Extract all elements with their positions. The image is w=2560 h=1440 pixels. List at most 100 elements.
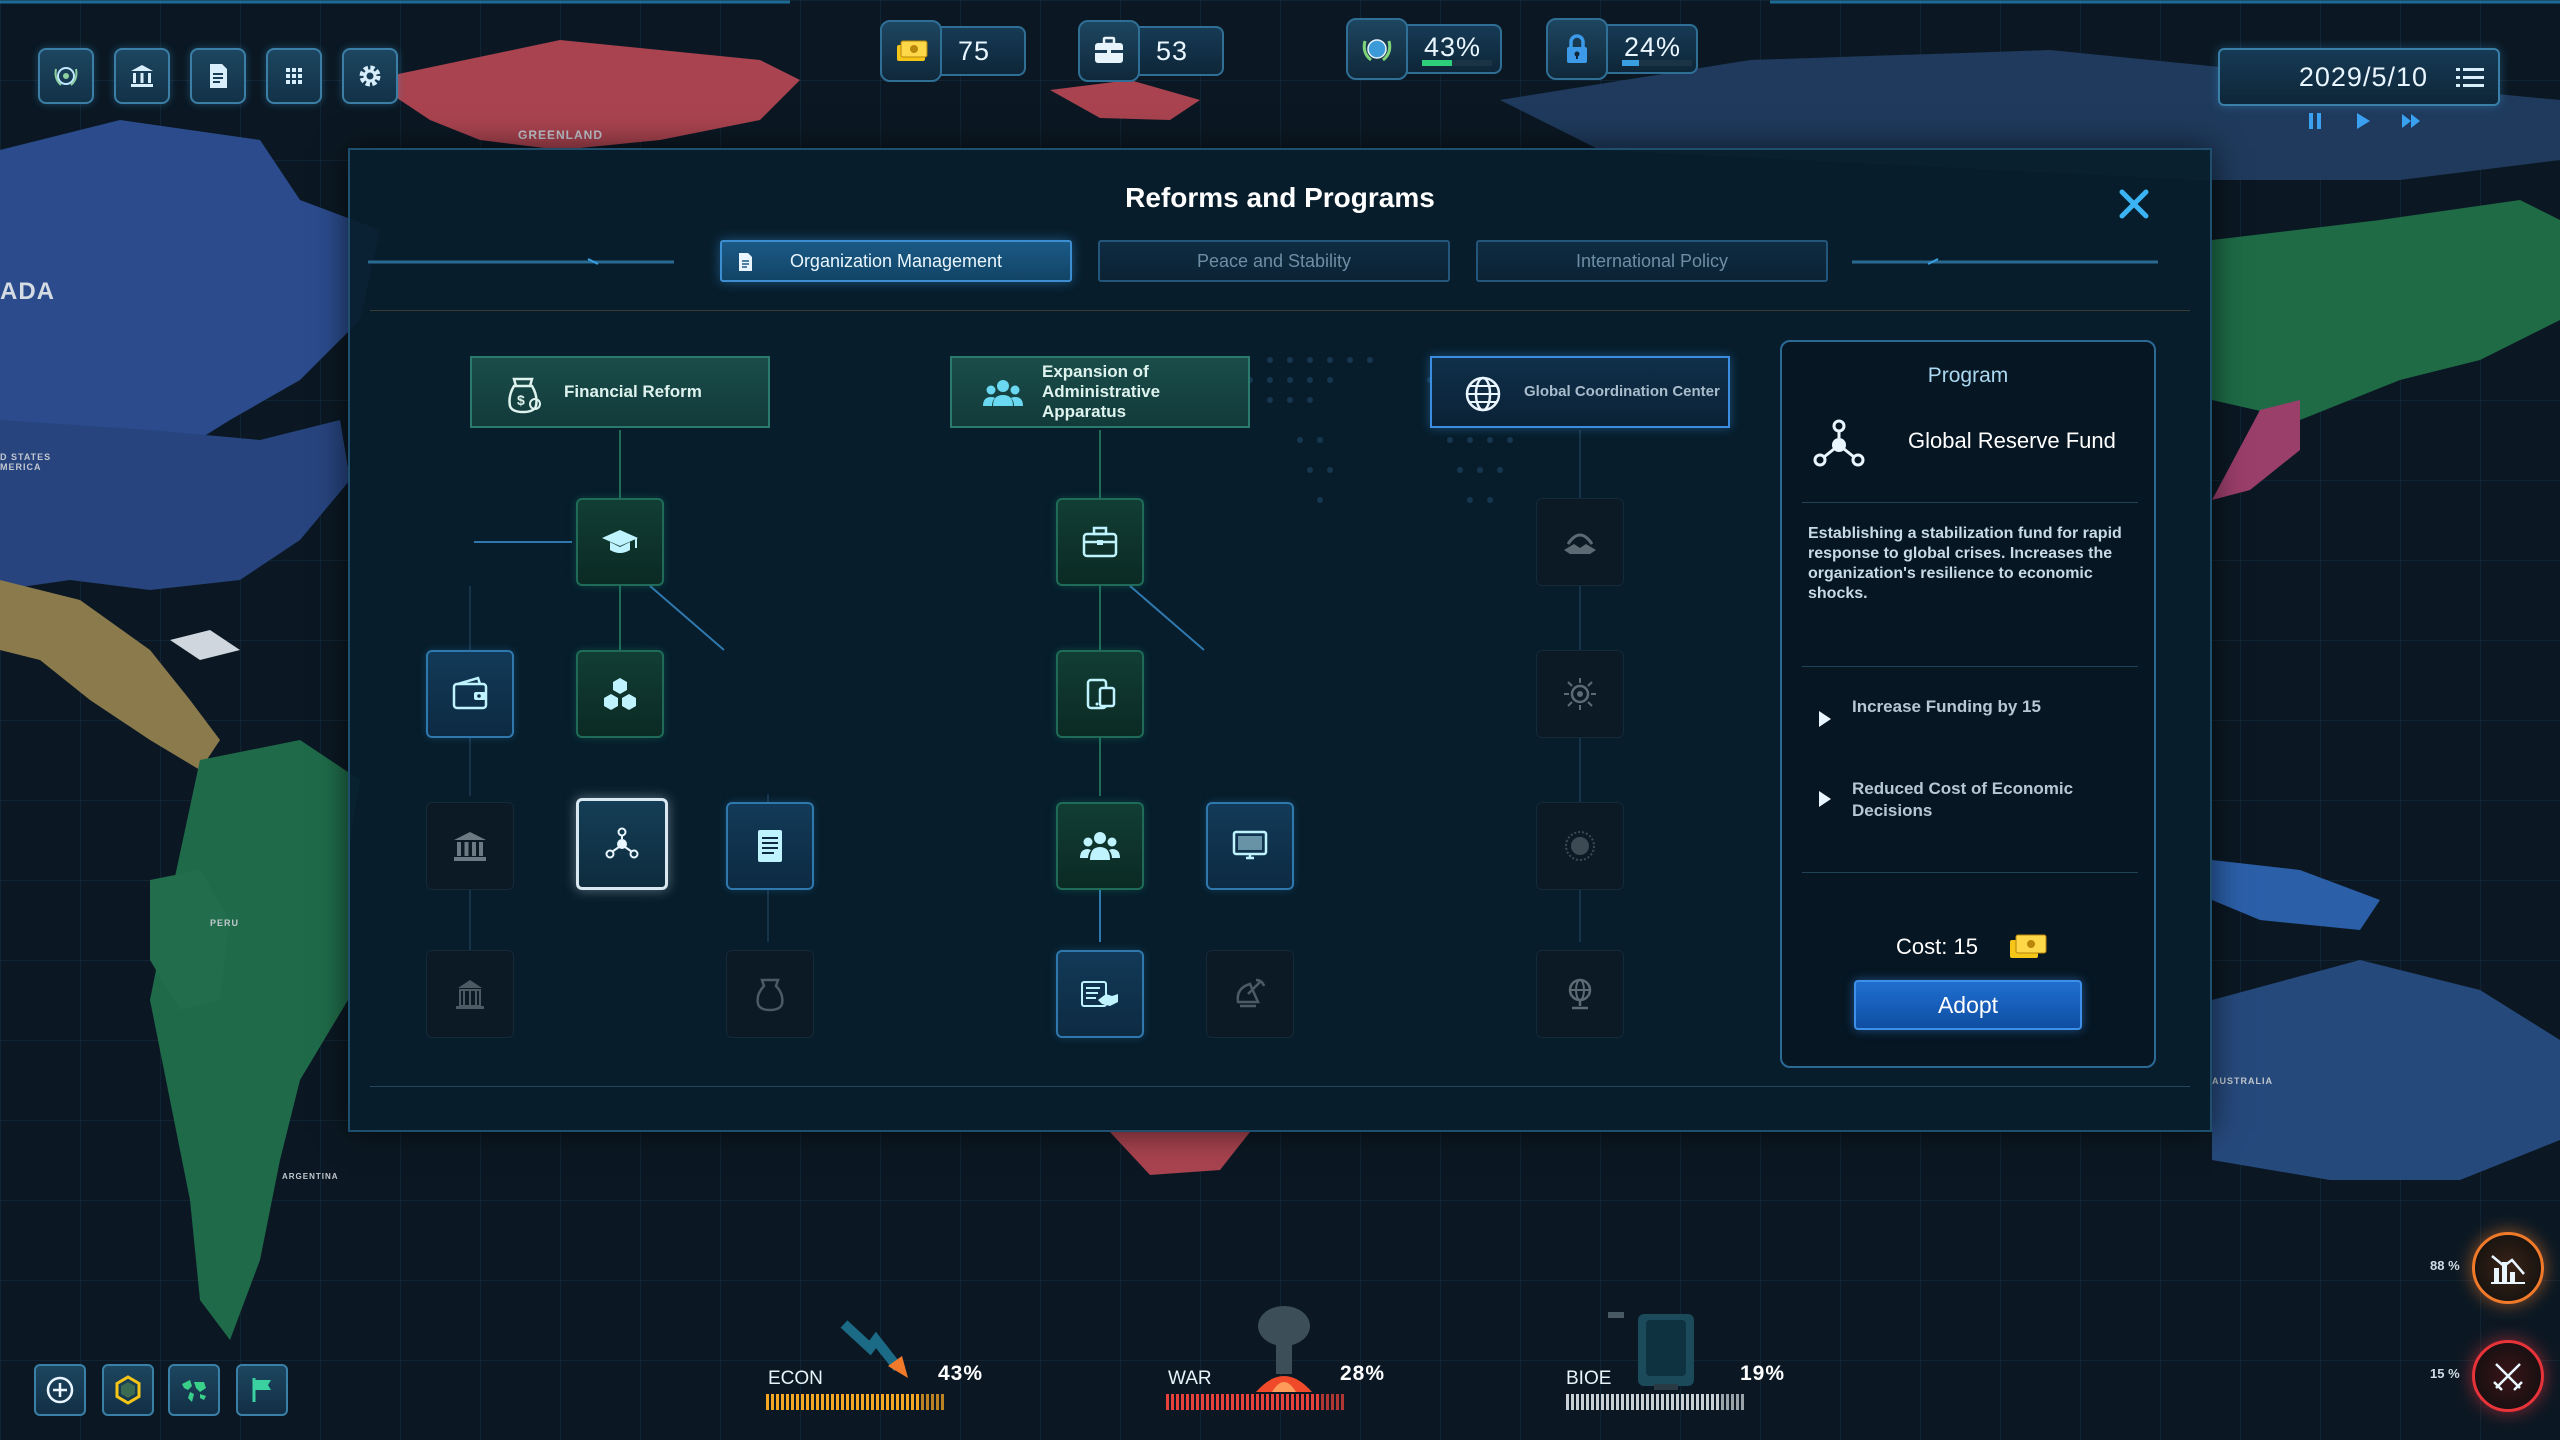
gauge-segment xyxy=(1216,1394,1219,1410)
education-cap-icon xyxy=(602,530,638,553)
play-button[interactable] xyxy=(2348,108,2378,134)
approval-resource[interactable]: 43% xyxy=(1346,18,1502,80)
node-radar[interactable] xyxy=(1536,650,1624,738)
node-team[interactable] xyxy=(1056,802,1144,890)
node-education[interactable] xyxy=(576,498,664,586)
gauge-segment xyxy=(1201,1394,1204,1410)
gauge-segment xyxy=(801,1394,804,1410)
plus-circle-icon xyxy=(46,1376,74,1404)
hexagon-button[interactable] xyxy=(102,1364,154,1416)
gauge-segment xyxy=(1251,1394,1254,1410)
grid-menu-button[interactable] xyxy=(266,48,322,104)
gauge-segment xyxy=(1321,1394,1324,1410)
gauge-segment xyxy=(1566,1394,1569,1410)
flag-button[interactable] xyxy=(236,1364,288,1416)
gauge-segment xyxy=(836,1394,839,1410)
mushroom-cloud-icon xyxy=(1256,1306,1312,1392)
lock-icon xyxy=(1546,18,1608,80)
gauge-segment xyxy=(831,1394,834,1410)
branch-administrative-apparatus[interactable]: Expansion of Administrative Apparatus xyxy=(950,356,1250,428)
security-value: 24% xyxy=(1624,32,1682,62)
date-display[interactable]: 2029/5/10 xyxy=(2218,48,2500,106)
bioe-value: 19% xyxy=(1740,1362,1786,1385)
gauge-segment xyxy=(1706,1394,1709,1410)
node-bank[interactable] xyxy=(426,802,514,890)
node-report[interactable] xyxy=(726,802,814,890)
gauge-segment xyxy=(1306,1394,1309,1410)
effect-text: Increase Funding by 15 xyxy=(1852,697,2041,716)
supplies-resource[interactable]: 53 xyxy=(1078,20,1224,82)
gauge-segment xyxy=(896,1394,899,1410)
gauge-segment xyxy=(1311,1394,1314,1410)
node-world-hands[interactable] xyxy=(1536,498,1624,586)
war-label: WAR xyxy=(1168,1368,1212,1389)
node-wallet[interactable] xyxy=(426,650,514,738)
node-globe-stand[interactable] xyxy=(1536,950,1624,1038)
economy-alert-value: 88 % xyxy=(2430,1258,2460,1273)
node-money-sack[interactable] xyxy=(726,950,814,1038)
gauge-segment xyxy=(771,1394,774,1410)
adopt-button[interactable]: Adopt xyxy=(1854,980,2082,1030)
settings-button[interactable] xyxy=(342,48,398,104)
hexagon-icon xyxy=(115,1375,141,1405)
world-map-button[interactable] xyxy=(168,1364,220,1416)
gauge-segment xyxy=(846,1394,849,1410)
node-satellite-dish[interactable] xyxy=(1206,950,1294,1038)
gauge-segment xyxy=(1301,1394,1304,1410)
approval-bar-fill xyxy=(1422,60,1453,66)
add-button[interactable] xyxy=(34,1364,86,1416)
gauge-segment xyxy=(1666,1394,1669,1410)
circle-target-icon xyxy=(1565,831,1595,861)
node-computer-monitor[interactable] xyxy=(1206,802,1294,890)
close-icon[interactable] xyxy=(2116,186,2152,222)
money-icon xyxy=(880,20,942,82)
war-alert-button[interactable] xyxy=(2472,1340,2544,1412)
current-date: 2029/5/10 xyxy=(2298,61,2428,92)
document-button[interactable] xyxy=(190,48,246,104)
pause-button[interactable] xyxy=(2300,108,2330,134)
gauge-segment xyxy=(911,1394,914,1410)
gauge-segment xyxy=(916,1394,919,1410)
institution-icon xyxy=(456,980,484,1009)
program-description: Establishing a stabilization fund for ra… xyxy=(1808,525,2122,602)
gauge-segment xyxy=(1631,1394,1634,1410)
gauge-segment xyxy=(1611,1394,1614,1410)
node-circle-target[interactable] xyxy=(1536,802,1624,890)
security-resource[interactable]: 24% xyxy=(1546,18,1698,80)
branch-financial-reform[interactable]: $ Financial Reform xyxy=(470,356,770,428)
gauge-segment xyxy=(1166,1394,1169,1410)
node-institution[interactable] xyxy=(426,950,514,1038)
war-value: 28% xyxy=(1340,1362,1386,1385)
node-global-reserve-fund[interactable] xyxy=(576,798,668,890)
gauge-segment xyxy=(1586,1394,1589,1410)
gauge-segment xyxy=(921,1394,924,1410)
un-emblem-button[interactable] xyxy=(38,48,94,104)
bioe-bar xyxy=(1566,1394,1744,1410)
list-menu-icon[interactable] xyxy=(2454,62,2486,94)
government-building-button[interactable] xyxy=(114,48,170,104)
gauge-segment xyxy=(1336,1394,1339,1410)
node-mobile-device[interactable] xyxy=(1056,650,1144,738)
gauge-segment xyxy=(806,1394,809,1410)
cost-label: Cost: 15 xyxy=(1896,934,1978,959)
money-resource[interactable]: 75 xyxy=(880,20,1026,82)
globe-icon xyxy=(1465,376,1501,412)
gauge-segment xyxy=(1241,1394,1244,1410)
economy-alert-button[interactable] xyxy=(2472,1232,2544,1304)
fast-forward-button[interactable] xyxy=(2396,108,2426,134)
gauge-segment xyxy=(1246,1394,1249,1410)
gauge-segment xyxy=(851,1394,854,1410)
fast-forward-icon xyxy=(2402,114,2420,128)
node-handshake[interactable] xyxy=(1056,950,1144,1038)
reforms-modal: Reforms and Programs Organization Manage… xyxy=(348,148,2212,1132)
gauge-segment xyxy=(1661,1394,1664,1410)
gauge-segment xyxy=(776,1394,779,1410)
node-briefcase[interactable] xyxy=(1056,498,1144,586)
branch-global-coordination-center[interactable]: Global Coordination Center xyxy=(1430,356,1730,428)
gauge-segment xyxy=(866,1394,869,1410)
gauge-segment xyxy=(1296,1394,1299,1410)
gauge-segment xyxy=(1331,1394,1334,1410)
gauge-segment xyxy=(1231,1394,1234,1410)
node-cubes[interactable] xyxy=(576,650,664,738)
gauge-segment xyxy=(1291,1394,1294,1410)
